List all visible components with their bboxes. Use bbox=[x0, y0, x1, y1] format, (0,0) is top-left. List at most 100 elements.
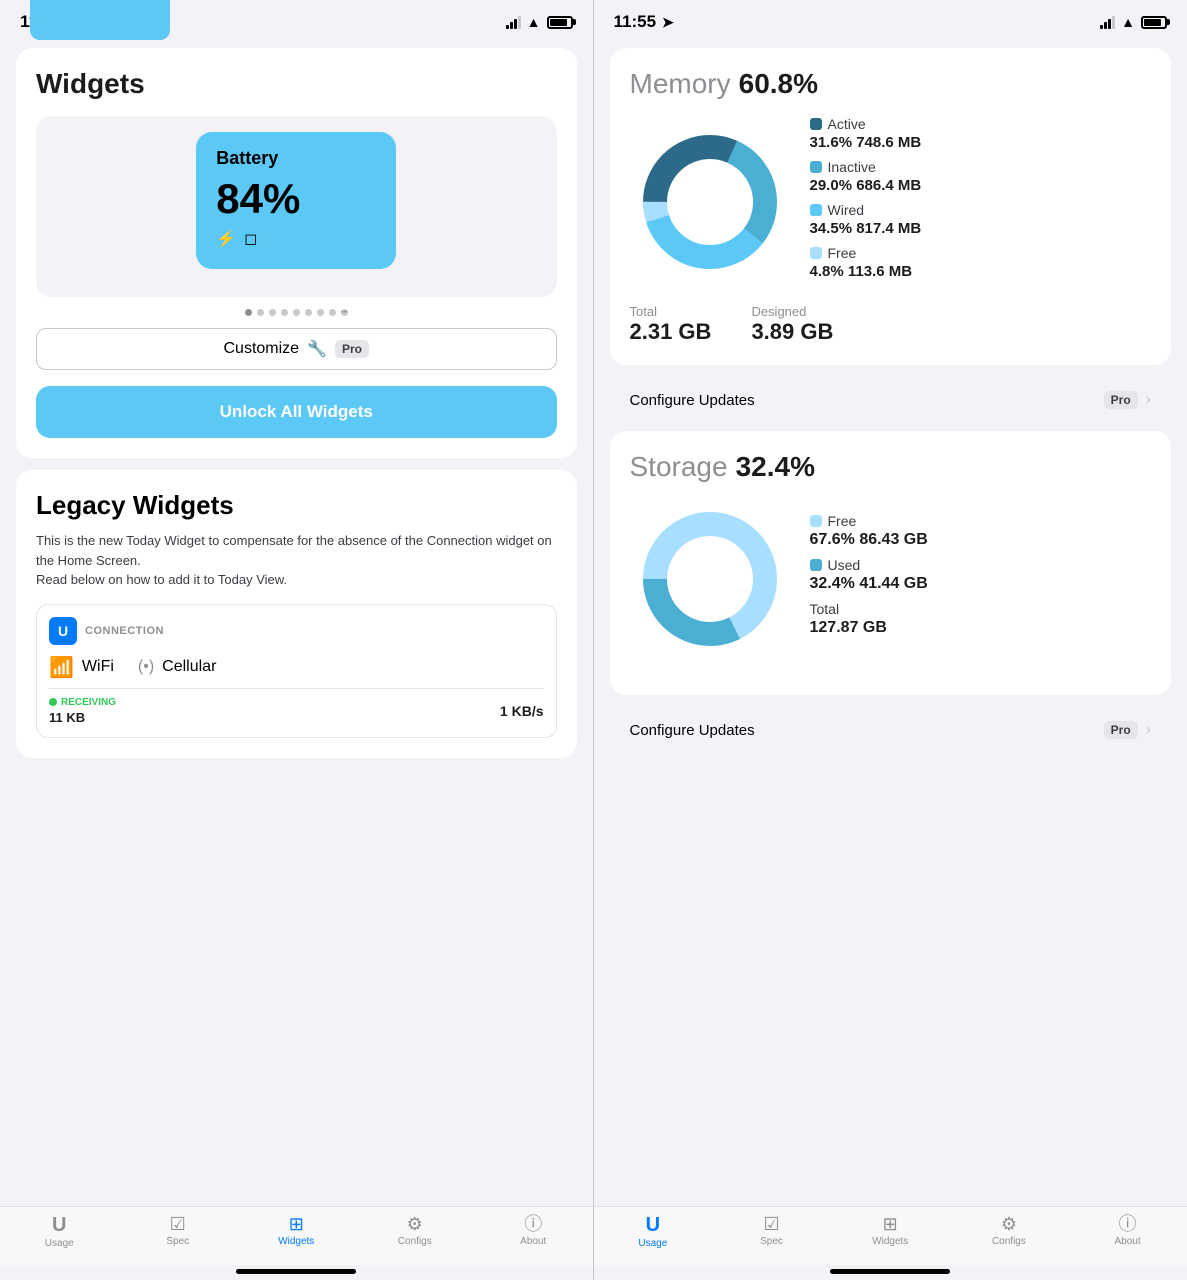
legend-storage-free: Free 67.6% 86.43 GB bbox=[810, 513, 1152, 549]
battery-widget-pct: 84% bbox=[216, 175, 376, 223]
wifi-item: 📶 WiFi bbox=[49, 655, 114, 680]
legacy-desc: This is the new Today Widget to compensa… bbox=[36, 531, 557, 590]
status-bar-right: 11:55 ➤ ▲ bbox=[594, 0, 1187, 40]
active-dot bbox=[810, 118, 822, 130]
customize-pro-badge: Pro bbox=[335, 340, 369, 358]
spec-label-left: Spec bbox=[166, 1236, 189, 1247]
right-tab-bar: U Usage ☑ Spec ⊞ Widgets ⚙ Configs ⓘ Abo… bbox=[594, 1206, 1187, 1265]
configure-label-memory: Configure Updates bbox=[630, 392, 755, 409]
memory-donut-chart bbox=[630, 122, 790, 282]
status-icons-right: ▲ bbox=[1100, 14, 1167, 30]
customize-button[interactable]: Customize 🔧 Pro bbox=[36, 328, 557, 370]
widget-dots: ••• bbox=[36, 309, 557, 316]
widgets-card: Widgets Battery 84% ⚡ ◻ bbox=[16, 48, 577, 458]
about-label-right: About bbox=[1115, 1236, 1141, 1247]
memory-totals: Total 2.31 GB Designed 3.89 GB bbox=[630, 304, 1152, 345]
unlock-label: Unlock All Widgets bbox=[220, 402, 373, 421]
tab-about-right[interactable]: ⓘ About bbox=[1098, 1215, 1158, 1249]
unlock-button[interactable]: Unlock All Widgets bbox=[36, 386, 557, 438]
legend-inactive: Inactive 29.0% 686.4 MB bbox=[810, 159, 1152, 194]
status-icons-left: ▲ bbox=[506, 14, 573, 30]
active-values: 31.6% 748.6 MB bbox=[810, 134, 1152, 151]
usage-icon-left: U bbox=[52, 1215, 66, 1235]
conn-divider bbox=[49, 688, 544, 689]
wired-label: Wired bbox=[828, 202, 865, 218]
wifi-symbol: 📶 bbox=[49, 655, 74, 680]
tab-about-left[interactable]: ⓘ About bbox=[503, 1215, 563, 1249]
inactive-values: 29.0% 686.4 MB bbox=[810, 177, 1152, 194]
signal-icon-left bbox=[506, 16, 521, 29]
battery-widget-title: Battery bbox=[216, 148, 376, 169]
dot-more: ••• bbox=[341, 309, 348, 316]
customize-label: Customize bbox=[223, 340, 299, 358]
tab-widgets-left[interactable]: ⊞ Widgets bbox=[266, 1215, 326, 1249]
box-icon: ◻ bbox=[244, 229, 257, 249]
about-icon-right: ⓘ bbox=[1119, 1215, 1137, 1233]
legend-free: Free 4.8% 113.6 MB bbox=[810, 245, 1152, 280]
usage-label-left: Usage bbox=[45, 1238, 74, 1249]
storage-chart-area: Free 67.6% 86.43 GB Used 32.4% 41.44 GB bbox=[630, 499, 1152, 659]
configure-updates-storage[interactable]: Configure Updates Pro › bbox=[610, 707, 1172, 753]
storage-free-values: 67.6% 86.43 GB bbox=[810, 531, 1152, 549]
storage-used-values: 32.4% 41.44 GB bbox=[810, 575, 1152, 593]
storage-card: Storage 32.4% bbox=[610, 431, 1172, 695]
legacy-title: Legacy Widgets bbox=[36, 490, 557, 521]
signal-icon-right bbox=[1100, 16, 1115, 29]
widgets-label-left: Widgets bbox=[278, 1236, 314, 1247]
connection-widget: U CONNECTION 📶 WiFi (•) Cellular bbox=[36, 604, 557, 738]
free-label: Free bbox=[828, 245, 857, 261]
storage-used-dot bbox=[810, 559, 822, 571]
widgets-title: Widgets bbox=[36, 68, 557, 100]
free-dot bbox=[810, 247, 822, 259]
conn-row: 📶 WiFi (•) Cellular bbox=[49, 655, 544, 680]
memory-total-value: 2.31 GB bbox=[630, 319, 712, 345]
legacy-widgets-card: Legacy Widgets This is the new Today Wid… bbox=[16, 470, 577, 758]
status-time-right: 11:55 bbox=[614, 12, 657, 32]
memory-designed-value: 3.89 GB bbox=[751, 319, 833, 345]
battery-icon-right bbox=[1141, 16, 1167, 29]
cellular-item: (•) Cellular bbox=[138, 655, 217, 680]
tab-configs-right[interactable]: ⚙ Configs bbox=[979, 1215, 1039, 1249]
storage-total-label-text: Total bbox=[810, 601, 840, 617]
spec-icon-left: ☑ bbox=[170, 1215, 186, 1233]
battery-widget: Battery 84% ⚡ ◻ bbox=[196, 132, 396, 269]
tab-usage-right[interactable]: U Usage bbox=[623, 1215, 683, 1249]
right-phone-screen: 11:55 ➤ ▲ Memory 60.8% bbox=[594, 0, 1187, 1280]
memory-designed-item: Designed 3.89 GB bbox=[751, 304, 833, 345]
wifi-icon-right: ▲ bbox=[1121, 14, 1135, 30]
wired-dot bbox=[810, 204, 822, 216]
conn-stats: RECEIVING 11 KB 1 KB/s bbox=[49, 697, 544, 725]
battery-widget-icons: ⚡ ◻ bbox=[216, 229, 376, 249]
inactive-dot bbox=[810, 161, 822, 173]
storage-free-dot bbox=[810, 515, 822, 527]
conn-logo: U bbox=[49, 617, 77, 645]
storage-donut-svg bbox=[630, 499, 790, 659]
top-blue-partial bbox=[30, 0, 170, 40]
configs-label-right: Configs bbox=[992, 1236, 1026, 1247]
storage-legend: Free 67.6% 86.43 GB Used 32.4% 41.44 GB bbox=[810, 513, 1152, 645]
active-label: Active bbox=[828, 116, 866, 132]
battery-icon-left bbox=[547, 16, 573, 29]
kb-label: 11 KB bbox=[49, 710, 116, 725]
cellular-symbol: (•) bbox=[138, 658, 154, 676]
tab-widgets-right[interactable]: ⊞ Widgets bbox=[860, 1215, 920, 1249]
memory-chart-area: Active 31.6% 748.6 MB Inactive 29.0% 686… bbox=[630, 116, 1152, 288]
tab-configs-left[interactable]: ⚙ Configs bbox=[385, 1215, 445, 1249]
about-label-left: About bbox=[520, 1236, 546, 1247]
left-content[interactable]: Widgets Battery 84% ⚡ ◻ bbox=[0, 40, 593, 1206]
home-indicator-left bbox=[0, 1265, 593, 1280]
memory-card: Memory 60.8% bbox=[610, 48, 1172, 365]
usage-label-right: Usage bbox=[638, 1238, 667, 1249]
tab-spec-right[interactable]: ☑ Spec bbox=[742, 1215, 802, 1249]
tab-usage-left[interactable]: U Usage bbox=[29, 1215, 89, 1249]
widget-preview-wrapper: Battery 84% ⚡ ◻ bbox=[36, 116, 557, 297]
wired-values: 34.5% 817.4 MB bbox=[810, 220, 1152, 237]
configure-pro-badge-memory: Pro bbox=[1104, 391, 1138, 409]
right-content[interactable]: Memory 60.8% bbox=[594, 40, 1187, 1206]
memory-legend: Active 31.6% 748.6 MB Inactive 29.0% 686… bbox=[810, 116, 1152, 288]
widgets-icon-left: ⊞ bbox=[289, 1215, 304, 1233]
tab-spec-left[interactable]: ☑ Spec bbox=[148, 1215, 208, 1249]
configure-updates-memory[interactable]: Configure Updates Pro › bbox=[610, 377, 1172, 423]
about-icon-left: ⓘ bbox=[524, 1215, 542, 1233]
widgets-icon-right: ⊞ bbox=[883, 1215, 898, 1233]
